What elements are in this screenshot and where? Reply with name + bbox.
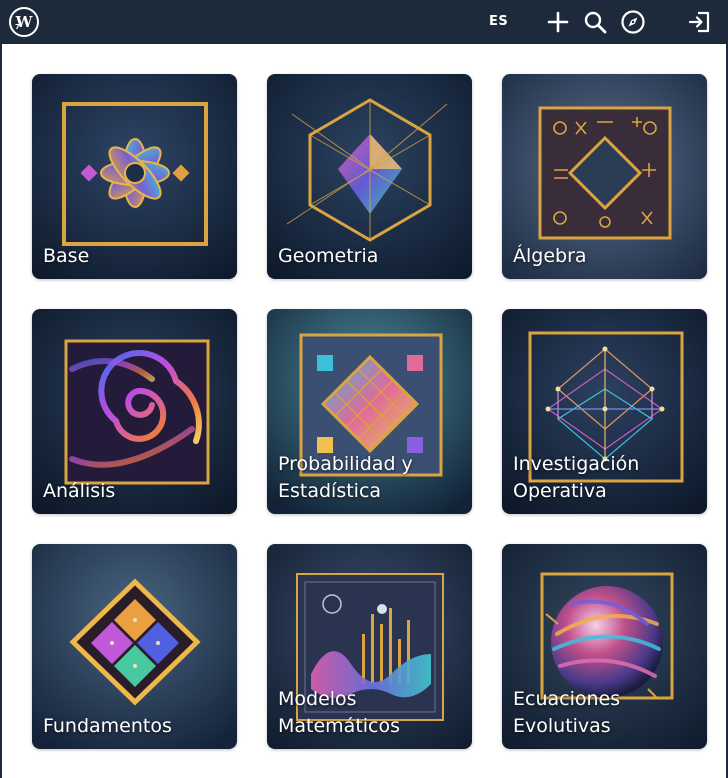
card-fundamentos[interactable]: Fundamentos: [32, 544, 237, 749]
card-label: Fundamentos: [43, 715, 172, 737]
card-label: Análisis: [43, 480, 116, 502]
card-label: Investigación Operativa: [513, 453, 640, 502]
card-base[interactable]: Base: [32, 74, 237, 279]
card-label: Ecuaciones Evolutivas: [513, 688, 621, 737]
search-icon[interactable]: [582, 9, 608, 35]
logo-subscript: 7: [15, 23, 20, 31]
card-geometria[interactable]: Geometria: [267, 74, 472, 279]
card-label: Geometria: [278, 245, 379, 267]
logout-icon[interactable]: [687, 9, 713, 35]
card-label: Modelos Matemáticos: [278, 688, 401, 737]
content-area: Base Geometria Álgebra Análisis Probabil…: [0, 44, 728, 778]
app-logo[interactable]: 7 W: [9, 7, 39, 37]
card-label: Base: [43, 245, 90, 267]
card-investigacion-operativa[interactable]: Investigación Operativa: [502, 309, 707, 514]
top-navbar: 7 W ES: [0, 0, 728, 44]
card-label: Álgebra: [513, 245, 587, 267]
card-modelos-matematicos[interactable]: Modelos Matemáticos: [267, 544, 472, 749]
card-analisis[interactable]: Análisis: [32, 309, 237, 514]
compass-icon[interactable]: [620, 9, 646, 35]
plus-icon[interactable]: [545, 9, 571, 35]
card-ecuaciones-evolutivas[interactable]: Ecuaciones Evolutivas: [502, 544, 707, 749]
card-algebra[interactable]: Álgebra: [502, 74, 707, 279]
card-probabilidad-estadistica[interactable]: Probabilidad y Estadística: [267, 309, 472, 514]
language-selector[interactable]: ES: [489, 14, 508, 29]
card-label: Probabilidad y Estadística: [278, 453, 413, 502]
